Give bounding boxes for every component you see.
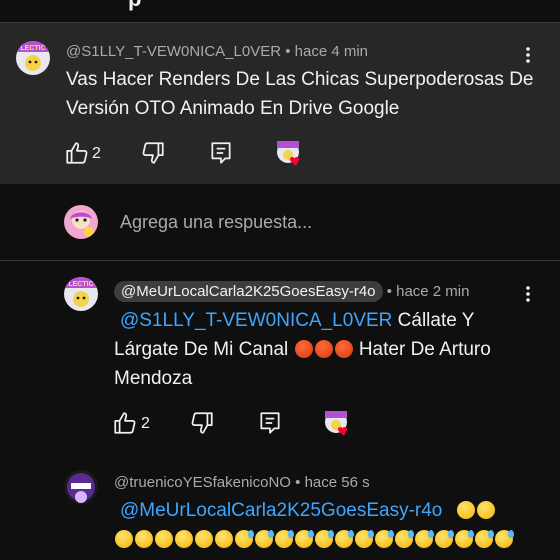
more-icon — [526, 286, 530, 302]
neutral-emoji — [175, 530, 193, 548]
comment-author[interactable]: @S1LLY_T-VEW0NICA_L0VER — [66, 43, 281, 60]
sweat-emoji — [275, 530, 294, 548]
comment-meta: @S1LLY_T-VEW0NICA_L0VER • hace 4 min — [66, 43, 368, 60]
comment-time[interactable]: • hace 4 min — [285, 43, 368, 60]
neutral-emoji — [155, 530, 173, 548]
avatar[interactable]: LECTIC — [64, 277, 98, 311]
comment-thread: LECTIC @S1LLY_T-VEW0NICA_L0VER • hace 4 … — [0, 22, 560, 185]
more-icon — [526, 47, 530, 63]
sweat-emoji — [355, 530, 374, 548]
reply-time[interactable]: • hace 2 min — [387, 283, 470, 300]
reply-button[interactable] — [257, 410, 283, 436]
reply-author[interactable]: @truenicoYESfakenicoNO — [114, 474, 291, 491]
avatar[interactable] — [64, 470, 98, 504]
reply-time[interactable]: • hace 56 s — [295, 474, 369, 491]
sweat-emoji — [475, 530, 494, 548]
sweat-emoji — [395, 530, 414, 548]
like-icon — [114, 412, 136, 434]
page-title: p — [128, 0, 141, 12]
reply-author[interactable]: @MeUrLocalCarla2K25GoesEasy-r4o — [114, 281, 383, 302]
like-button[interactable] — [64, 140, 90, 166]
svg-text:LECTIC: LECTIC — [68, 281, 93, 288]
comment-text: Vas Hacer Renders De Las Chicas Superpod… — [66, 69, 534, 119]
creator-heart-badge — [276, 140, 302, 166]
like-count: 2 — [92, 145, 101, 162]
avatar[interactable]: LECTIC — [16, 41, 50, 75]
reply-text: @MeUrLocalCarla2K25GoesEasy-r4o — [114, 496, 554, 554]
reply-meta: @truenicoYESfakenicoNO • hace 56 s — [114, 474, 370, 491]
sweat-emoji — [495, 530, 514, 548]
neutral-emoji — [215, 530, 233, 548]
sweat-emoji — [375, 530, 394, 548]
dislike-icon — [191, 412, 213, 434]
like-icon — [66, 142, 88, 164]
like-button[interactable] — [112, 410, 138, 436]
sweat-emoji — [435, 530, 454, 548]
dislike-button[interactable] — [189, 410, 215, 436]
reply-meta: @MeUrLocalCarla2K25GoesEasy-r4o • hace 2… — [114, 281, 469, 302]
sweat-emoji — [295, 530, 314, 548]
sweat-emoji — [255, 530, 274, 548]
reply-icon — [260, 412, 280, 434]
sweat-emoji — [335, 530, 354, 548]
reply-input[interactable]: Agrega una respuesta... — [120, 212, 312, 233]
dislike-button[interactable] — [140, 140, 166, 166]
reply-button[interactable] — [208, 140, 234, 166]
mention-link[interactable]: @S1LLY_T-VEW0NICA_L0VER — [114, 310, 392, 331]
neutral-emoji — [135, 530, 153, 548]
sweat-emoji — [415, 530, 434, 548]
neutral-emoji — [115, 530, 133, 548]
like-count: 2 — [141, 415, 150, 432]
more-options-button[interactable] — [518, 45, 538, 65]
sweat-emoji — [455, 530, 474, 548]
angry-emoji — [314, 340, 333, 358]
creator-heart-badge — [324, 410, 350, 436]
sweat-emoji — [315, 530, 334, 548]
angry-emoji — [294, 340, 313, 358]
top-bar: p — [0, 0, 560, 22]
neutral-emoji — [195, 530, 213, 548]
neutral-emoji — [456, 501, 475, 519]
dislike-icon — [142, 142, 164, 164]
current-user-avatar — [64, 205, 98, 239]
neutral-emoji — [476, 501, 495, 519]
reply-text: @S1LLY_T-VEW0NICA_L0VER Cállate Y Lárgat… — [114, 310, 491, 389]
angry-emoji — [334, 340, 353, 358]
reply-icon — [211, 142, 231, 164]
mention-link[interactable]: @MeUrLocalCarla2K25GoesEasy-r4o — [114, 500, 442, 521]
more-options-button[interactable] — [518, 284, 538, 304]
sweat-emoji — [235, 530, 254, 548]
svg-text:LECTIC: LECTIC — [20, 45, 45, 52]
